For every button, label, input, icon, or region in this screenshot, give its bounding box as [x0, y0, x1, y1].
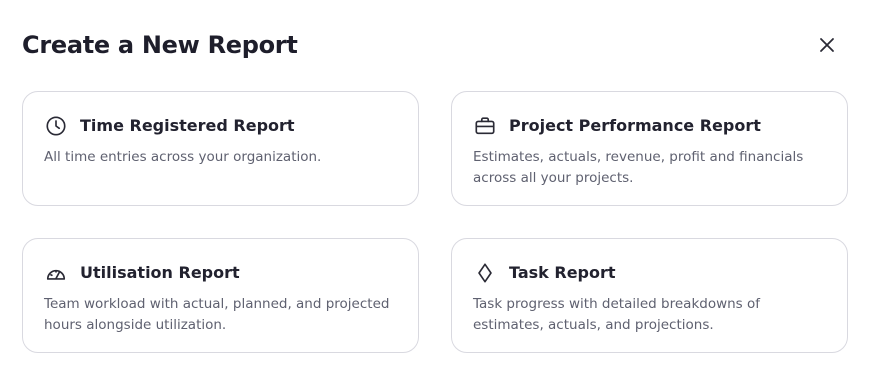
card-header: Task Report: [473, 261, 616, 285]
task-report-card[interactable]: Task Report Task progress with detailed …: [451, 238, 848, 353]
utilisation-report-card[interactable]: Utilisation Report Team workload with ac…: [22, 238, 419, 353]
briefcase-icon: [473, 114, 497, 138]
time-registered-report-card[interactable]: Time Registered Report All time entries …: [22, 91, 419, 206]
project-performance-report-card[interactable]: Project Performance Report Estimates, ac…: [451, 91, 848, 206]
create-report-dialog: Create a New Report Time Registered Repo…: [0, 0, 870, 385]
dialog-title: Create a New Report: [22, 31, 298, 59]
card-description: All time entries across your organizatio…: [44, 149, 322, 165]
close-icon: [820, 38, 834, 52]
card-description: Task progress with detailed breakdowns o…: [473, 296, 761, 333]
card-title: Task Report: [509, 263, 616, 282]
diamond-icon: [473, 261, 497, 285]
card-description: Estimates, actuals, revenue, profit and …: [473, 149, 804, 186]
card-header: Project Performance Report: [473, 114, 761, 138]
close-button[interactable]: [813, 31, 841, 59]
card-title: Utilisation Report: [80, 263, 240, 282]
gauge-icon: [44, 261, 68, 285]
clock-icon: [44, 114, 68, 138]
card-title: Project Performance Report: [509, 116, 761, 135]
card-title: Time Registered Report: [80, 116, 295, 135]
card-description: Team workload with actual, planned, and …: [44, 296, 390, 333]
card-header: Time Registered Report: [44, 114, 295, 138]
card-header: Utilisation Report: [44, 261, 240, 285]
